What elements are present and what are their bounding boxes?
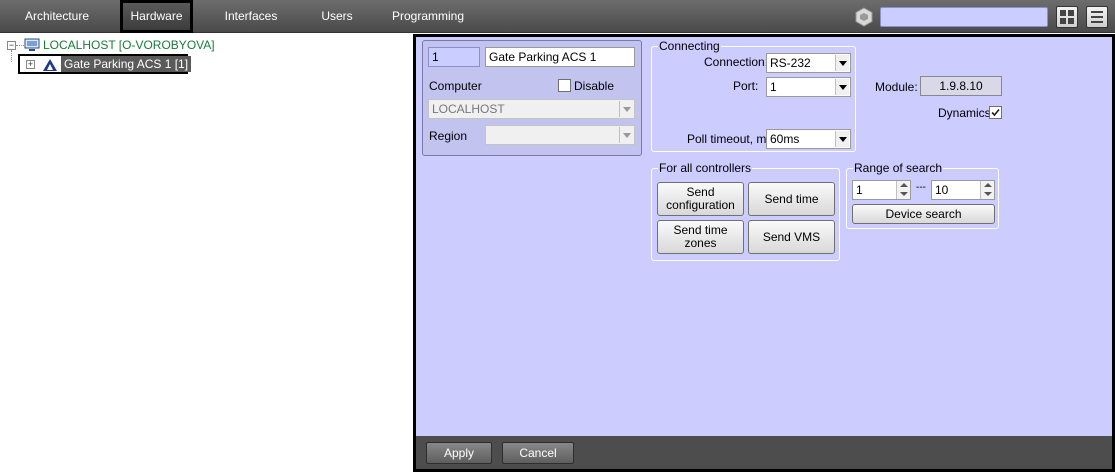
module-version-field: 1.9.8.10 <box>920 76 1002 96</box>
disable-checkbox[interactable] <box>558 79 571 92</box>
range-of-search-group: Range of search 1 --- 10 Device search <box>846 161 999 229</box>
range-separator: --- <box>916 182 926 193</box>
top-toolbar: Architecture Hardware Interfaces Users P… <box>0 0 1115 33</box>
access-control-icon <box>43 59 57 71</box>
range-title: Range of search <box>853 161 944 175</box>
device-search-button[interactable]: Device search <box>852 204 995 224</box>
object-tree-panel: − LOCALHOST [O-VOROBYOVA] + Gate Parking… <box>0 34 413 472</box>
dynamics-checkbox[interactable] <box>989 106 1002 119</box>
send-configuration-button[interactable]: Send configuration <box>657 182 744 216</box>
cancel-button[interactable]: Cancel <box>502 442 574 464</box>
search-input[interactable] <box>880 7 1048 27</box>
send-time-zones-button[interactable]: Send time zones <box>657 220 744 254</box>
collapse-icon[interactable]: − <box>7 41 16 50</box>
controllers-group: For all controllers Send configuration S… <box>651 161 840 261</box>
chevron-down-icon <box>835 131 849 147</box>
connecting-group: Connecting Connection: RS-232 Port: 1 Po… <box>651 39 856 152</box>
tree-item-label: Gate Parking ACS 1 [1] <box>61 56 192 72</box>
connecting-title: Connecting <box>658 39 721 53</box>
expand-icon[interactable]: + <box>26 60 35 69</box>
port-select[interactable]: 1 <box>766 77 851 97</box>
computer-icon <box>24 38 40 51</box>
grid-icon <box>1060 10 1074 24</box>
computer-label: Computer <box>429 79 482 93</box>
send-time-button[interactable]: Send time <box>748 182 835 216</box>
chevron-down-icon <box>619 101 633 117</box>
chevron-down-icon <box>835 79 849 95</box>
tree-root-label[interactable]: LOCALHOST [O-VOROBYOVA] <box>43 38 215 52</box>
tab-interfaces[interactable]: Interfaces <box>220 0 282 33</box>
region-label: Region <box>429 129 468 143</box>
tab-programming[interactable]: Programming <box>390 0 466 33</box>
tab-users[interactable]: Users <box>315 0 359 33</box>
controllers-title: For all controllers <box>658 161 753 175</box>
module-label: Module: <box>875 80 918 94</box>
range-from-stepper[interactable]: 1 <box>852 180 911 200</box>
range-to-stepper[interactable]: 10 <box>931 180 995 200</box>
menu-button[interactable] <box>1086 6 1108 28</box>
menu-icon <box>1091 11 1103 23</box>
tab-hardware[interactable]: Hardware <box>120 0 193 33</box>
connection-label: Connection: <box>704 55 769 69</box>
region-select[interactable] <box>485 125 635 145</box>
poll-timeout-select[interactable]: 60ms <box>766 129 851 149</box>
port-label: Port: <box>733 79 759 93</box>
chevron-down-icon <box>835 55 849 71</box>
checkmark-icon <box>991 108 1000 117</box>
object-id-field[interactable]: 1 <box>428 47 480 67</box>
disable-label: Disable <box>574 79 615 93</box>
settings-panel: 1 Gate Parking ACS 1 Computer Disable LO… <box>413 34 1115 472</box>
object-properties-group: 1 Gate Parking ACS 1 Computer Disable LO… <box>422 40 642 156</box>
stepper-arrows-icon[interactable] <box>896 181 910 199</box>
object-name-field[interactable]: Gate Parking ACS 1 <box>485 47 635 67</box>
send-vms-button[interactable]: Send VMS <box>748 220 835 254</box>
dynamics-label: Dynamics <box>938 106 991 120</box>
layout-grid-button[interactable] <box>1056 6 1078 28</box>
stepper-arrows-icon[interactable] <box>980 181 994 199</box>
tree-item-gate-parking[interactable]: + Gate Parking ACS 1 [1] <box>18 54 192 74</box>
hexagon-icon[interactable] <box>854 7 874 27</box>
apply-button[interactable]: Apply <box>426 442 492 464</box>
tab-architecture[interactable]: Architecture <box>20 0 94 33</box>
poll-timeout-label: Poll timeout, ms: <box>687 132 776 146</box>
chevron-down-icon <box>619 127 633 143</box>
connection-select[interactable]: RS-232 <box>766 53 851 73</box>
computer-select[interactable]: LOCALHOST <box>428 99 635 119</box>
footer-bar: Apply Cancel <box>416 436 1112 469</box>
